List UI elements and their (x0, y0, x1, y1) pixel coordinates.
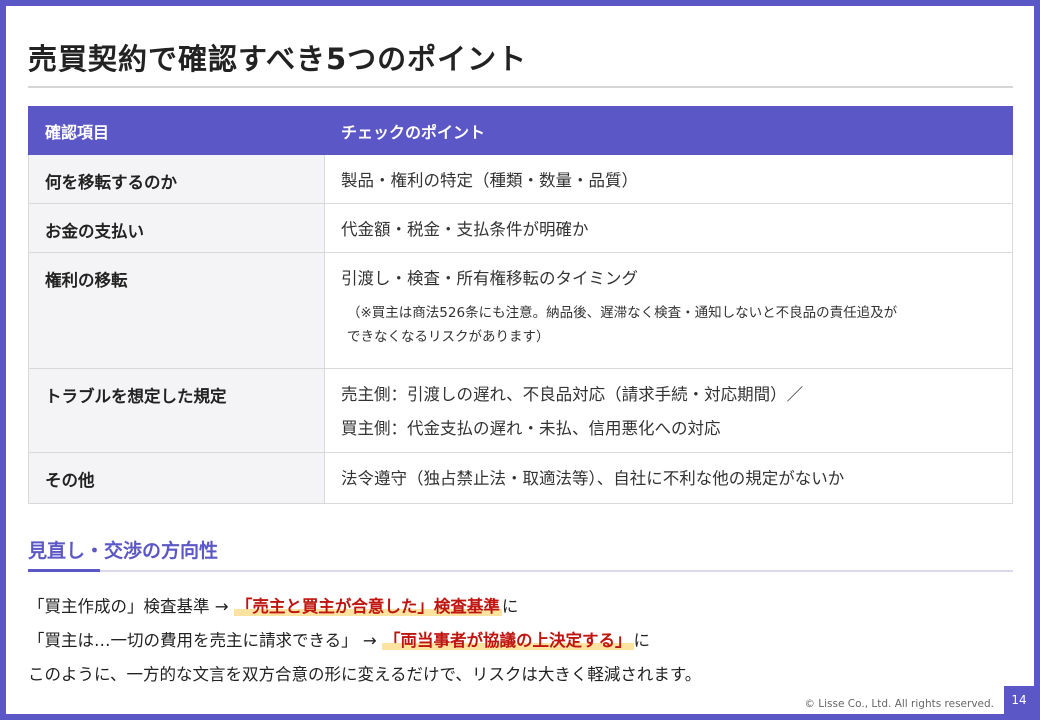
review-line: このように、一方的な文言を双方合意の形に変えるだけで、リスクは大きく軽減されます… (28, 665, 702, 684)
table-row: トラブルを想定した規定 売主側：引渡しの遅れ、不良品対応（請求手続・対応期間）／… (28, 368, 1013, 453)
table-row: 権利の移転 引渡し・検査・所有権移転のタイミング （※買主は商法526条にも注意… (28, 252, 1013, 369)
title-divider (28, 86, 1013, 88)
column-header-point: チェックのポイント (324, 106, 1013, 155)
review-line: 「買主作成の」検査基準 → 「売主と買主が合意した」検査基準に (28, 590, 1013, 624)
row-point: 製品・権利の特定（種類・数量・品質） (324, 154, 1013, 204)
page-number-badge: 14 (1004, 686, 1034, 714)
review-line-text: に (633, 631, 651, 650)
row-item-label: お金の支払い (28, 203, 325, 253)
row-point-text: 法令遵守（独占禁止法・取適法等）、自社に不利な他の規定がないか (341, 469, 845, 488)
review-line-text: 「買主作成の」検査基準 → (28, 597, 234, 616)
row-point: 代金額・税金・支払条件が明確か (324, 203, 1013, 253)
table-row: 何を移転するのか 製品・権利の特定（種類・数量・品質） (28, 154, 1013, 204)
page-title: 売買契約で確認すべき5つのポイント (28, 42, 528, 76)
table-row: その他 法令遵守（独占禁止法・取適法等）、自社に不利な他の規定がないか (28, 452, 1013, 504)
section-divider-accent (28, 569, 100, 572)
row-note: （※買主は商法526条にも注意。納品後、遅滞なく検査・通知しないと不良品の責任追… (341, 301, 1012, 349)
column-header-item: 確認項目 (28, 106, 325, 155)
table-header-row: 確認項目 チェックのポイント (28, 106, 1013, 155)
row-point-text: 売主側：引渡しの遅れ、不良品対応（請求手続・対応期間）／ (341, 385, 804, 404)
checkpoints-table: 確認項目 チェックのポイント 何を移転するのか 製品・権利の特定（種類・数量・品… (28, 106, 1013, 504)
row-item-label: その他 (28, 452, 325, 504)
table-row: お金の支払い 代金額・税金・支払条件が明確か (28, 203, 1013, 253)
highlighted-phrase: 「両当事者が協議の上決定する」 (382, 631, 634, 650)
slide: 売買契約で確認すべき5つのポイント 確認項目 チェックのポイント 何を移転するの… (0, 0, 1040, 720)
review-line-text: 「買主は…一切の費用を売主に請求できる」 → (28, 631, 382, 650)
copyright-footer: © Lisse Co., Ltd. All rights reserved. (804, 698, 994, 710)
row-note-line: （※買主は商法526条にも注意。納品後、遅滞なく検査・通知しないと不良品の責任追… (347, 305, 898, 321)
row-item-label: 何を移転するのか (28, 154, 325, 204)
highlighted-phrase: 「売主と買主が合意した」検査基準 (233, 597, 502, 616)
row-item-label: 権利の移転 (28, 252, 325, 369)
review-line-text: に (501, 597, 519, 616)
review-body: 「買主作成の」検査基準 → 「売主と買主が合意した」検査基準に 「買主は…一切の… (28, 590, 1013, 692)
row-item-label: トラブルを想定した規定 (28, 368, 325, 453)
section-divider (28, 570, 1013, 572)
row-point-text: 買主側：代金支払の遅れ・未払、信用悪化への対応 (341, 419, 721, 438)
row-point-text: 代金額・税金・支払条件が明確か (341, 220, 589, 239)
review-line: 「買主は…一切の費用を売主に請求できる」 → 「両当事者が協議の上決定する」に (28, 624, 1013, 658)
row-point: 売主側：引渡しの遅れ、不良品対応（請求手続・対応期間）／ 買主側：代金支払の遅れ… (324, 368, 1013, 453)
row-note-line: できなくなるリスクがあります） (347, 329, 550, 345)
row-point-text: 引渡し・検査・所有権移転のタイミング (341, 269, 638, 288)
row-point: 法令遵守（独占禁止法・取適法等）、自社に不利な他の規定がないか (324, 452, 1013, 504)
row-point-text: 製品・権利の特定（種類・数量・品質） (341, 171, 638, 190)
row-point: 引渡し・検査・所有権移転のタイミング （※買主は商法526条にも注意。納品後、遅… (324, 252, 1013, 369)
section-heading: 見直し・交渉の方向性 (28, 540, 219, 562)
